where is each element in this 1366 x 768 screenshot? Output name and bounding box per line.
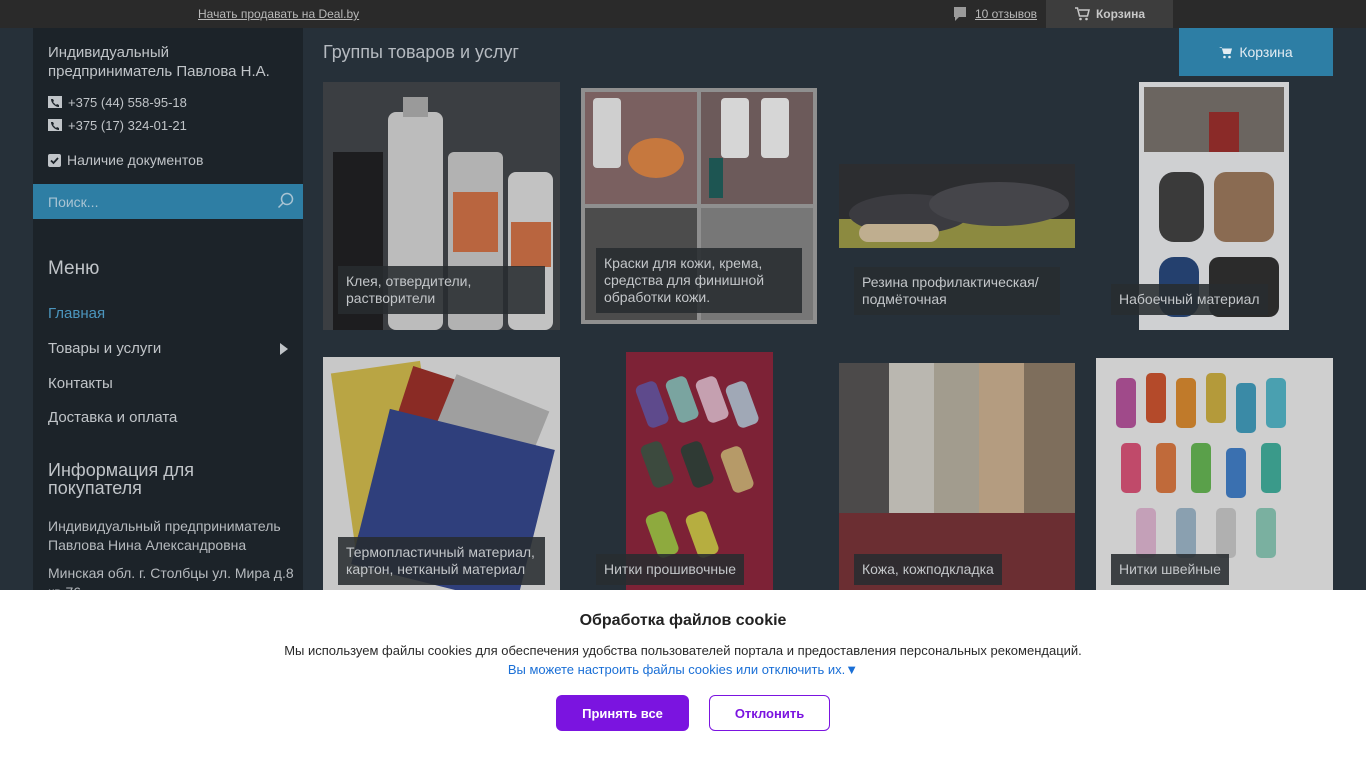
menu-title: Меню — [48, 258, 100, 279]
category-card-paints[interactable]: Краски для кожи, крема, средства для фин… — [581, 88, 817, 324]
phone-icon — [48, 118, 62, 131]
search-icon[interactable] — [277, 192, 295, 210]
comment-icon — [954, 7, 966, 21]
category-label-thermoplastic: Термопластичный материал, картон, неткан… — [338, 537, 545, 585]
category-label-glue: Клея, отвердители, растворители — [338, 266, 545, 314]
category-label-sewing-threads[interactable]: Нитки швейные — [1111, 554, 1229, 585]
chevron-right-icon[interactable] — [280, 343, 288, 355]
category-label-paints: Краски для кожи, крема, средства для фин… — [596, 248, 802, 313]
start-selling-link[interactable]: Начать продавать на Deal.by — [198, 7, 359, 21]
menu-item-home[interactable]: Главная — [48, 305, 288, 322]
info-title: Информация для покупателя — [48, 460, 194, 498]
cart-button-label: Корзина — [1239, 44, 1293, 60]
phone-icon — [48, 95, 62, 108]
info-owner: Индивидуальный предприниматель Павлова Н… — [48, 518, 281, 553]
search-box — [33, 184, 303, 219]
category-label-heel[interactable]: Набоечный материал — [1111, 284, 1268, 315]
cart-icon — [1074, 7, 1090, 21]
decline-button[interactable]: Отклонить — [709, 695, 830, 731]
cart-button[interactable]: Корзина — [1179, 28, 1333, 76]
cookie-title: Обработка файлов cookie — [579, 612, 787, 629]
phone-1[interactable]: +375 (44) 558-95-18 — [48, 95, 187, 110]
category-card-rubber-image[interactable] — [839, 164, 1075, 248]
category-label-leather[interactable]: Кожа, кожподкладка — [854, 554, 1002, 585]
category-label-rubber[interactable]: Резина профилактическая/ подмёточная — [854, 267, 1060, 315]
cookie-banner: Обработка файлов cookie Мы используем фа… — [0, 590, 1366, 768]
menu-item-products-label: Товары и услуги — [48, 340, 162, 357]
menu-item-products[interactable]: Товары и услуги — [48, 340, 288, 357]
company-name: Индивидуальный предприниматель Павлова Н… — [48, 44, 270, 80]
documents-label: Наличие документов — [67, 152, 204, 168]
reviews-count: 10 отзывов — [975, 7, 1038, 21]
top-cart-label: Корзина — [1095, 7, 1146, 21]
phone-2-number: +375 (17) 324-01-21 — [68, 118, 187, 133]
menu-item-contacts[interactable]: Контакты — [48, 375, 288, 392]
top-cart-button[interactable]: Корзина — [1046, 0, 1173, 28]
category-image-rubber — [839, 164, 1075, 248]
category-card-thermoplastic[interactable]: Термопластичный материал, картон, неткан… — [323, 357, 560, 590]
cookie-settings-link[interactable]: Вы можете настроить файлы cookies или от… — [0, 662, 1366, 677]
top-bar: Начать продавать на Deal.by 10 отзывов К… — [0, 0, 1366, 28]
accept-all-button[interactable]: Принять все — [556, 695, 689, 731]
menu-item-delivery[interactable]: Доставка и оплата — [48, 409, 288, 426]
category-label-stitching-threads[interactable]: Нитки прошивочные — [596, 554, 745, 585]
category-card-glue[interactable]: Клея, отвердители, растворители — [323, 82, 560, 330]
checkbox-icon — [48, 153, 61, 167]
phone-1-number: +375 (44) 558-95-18 — [68, 95, 187, 110]
cookie-text: Мы используем файлы cookies для обеспече… — [284, 643, 1082, 658]
reviews-link[interactable]: 10 отзывов — [953, 6, 1037, 22]
search-input[interactable] — [33, 184, 273, 219]
page-title: Группы товаров и услуг — [323, 42, 519, 62]
documents-link[interactable]: Наличие документов — [48, 152, 203, 168]
cart-icon — [1219, 46, 1233, 58]
phone-2[interactable]: +375 (17) 324-01-21 — [48, 118, 187, 133]
